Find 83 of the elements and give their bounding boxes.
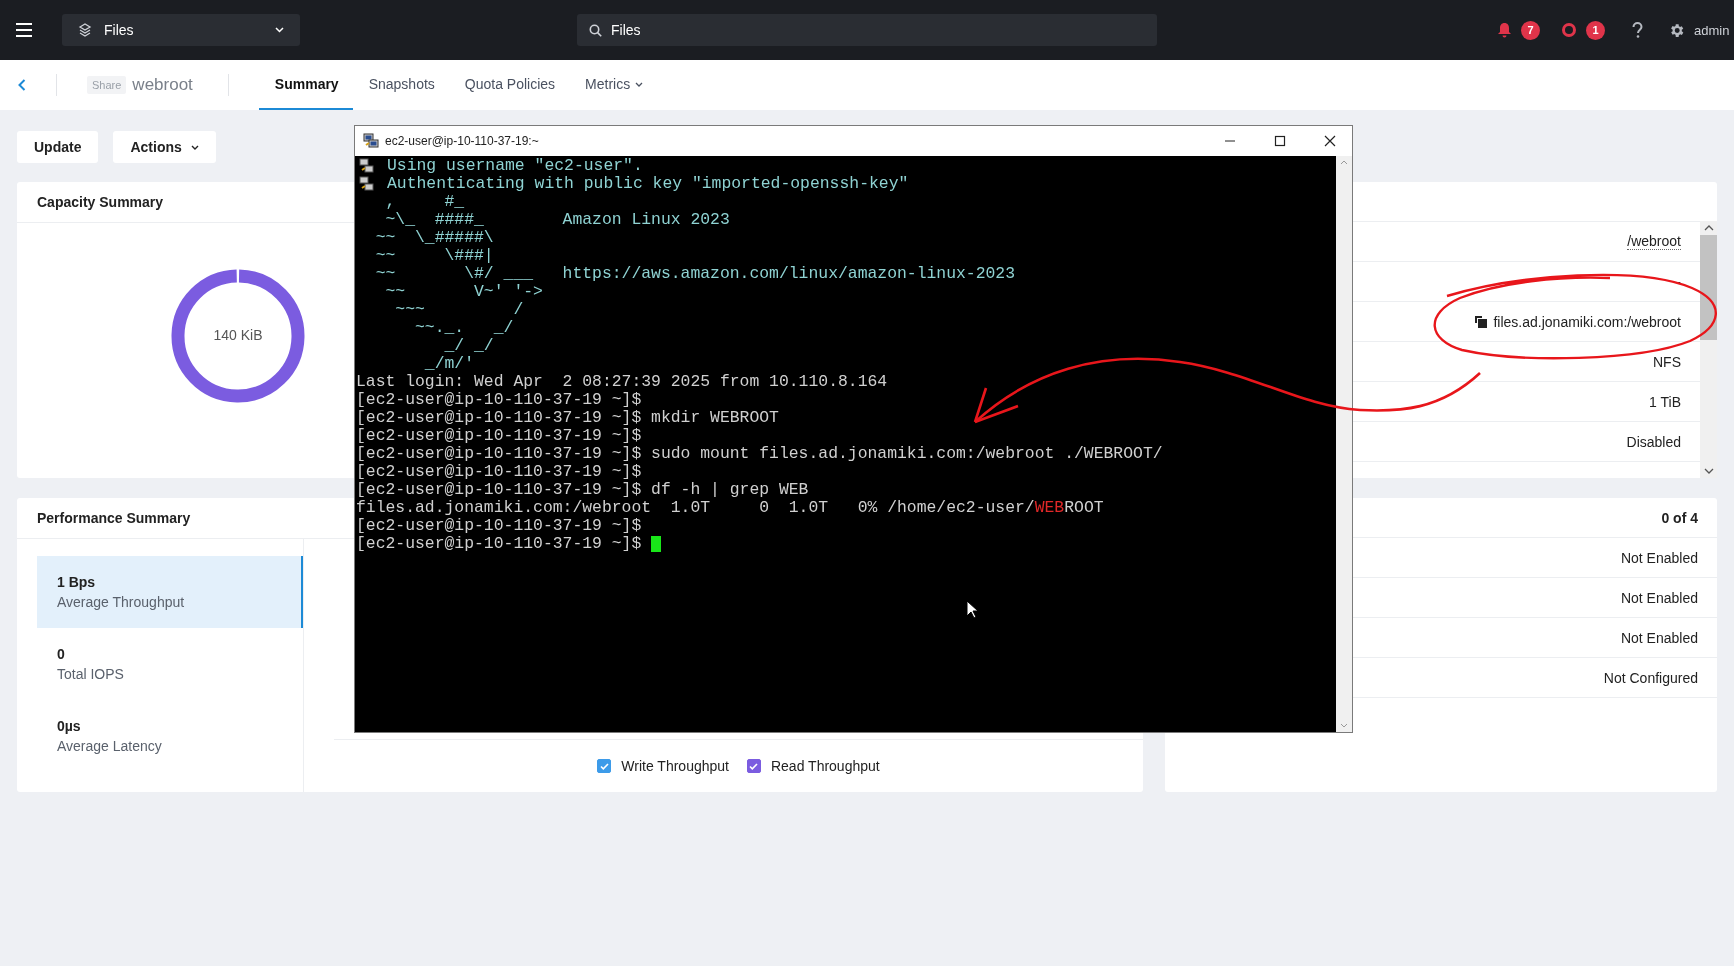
terminal-line: ~~ \###| (374, 247, 494, 265)
entity-type-label: Share (87, 76, 127, 94)
terminal-line: ~\_ ####_ Amazon Linux 2023 (384, 211, 730, 229)
feature-status: Not Enabled (1620, 629, 1698, 646)
export-path-value: files.ad.jonamiki.com:/webroot (1493, 313, 1681, 330)
terminal-line: [ec2-user@ip-10-110-37-19 ~]$ mkdir WEBROOT (356, 409, 779, 427)
legend-checkbox[interactable] (597, 759, 612, 773)
metric-label: Average Throughput (57, 594, 186, 610)
count-badge: 7 (1521, 20, 1540, 40)
search-icon (589, 23, 602, 37)
alert-ring-icon[interactable] (1561, 22, 1577, 38)
metric-item[interactable]: 1 Bps Average Throughput (37, 556, 303, 628)
search-field[interactable]: Files (577, 14, 1157, 46)
back-icon[interactable] (18, 79, 26, 91)
terminal-line: Authenticating with public key "imported-openssh-key" (387, 175, 909, 193)
scroll-up-icon[interactable] (1703, 225, 1714, 231)
detail-value: 1 TiB (1649, 393, 1681, 410)
terminal-line: ~~~ / (394, 301, 524, 319)
detail-value: - (1676, 273, 1681, 290)
files-icon (78, 23, 92, 37)
terminal-icon (359, 158, 375, 174)
update-button[interactable]: Update (17, 131, 99, 163)
settings-icon[interactable] (1668, 21, 1685, 39)
user-menu[interactable]: admin (1694, 22, 1734, 38)
menu-icon[interactable] (16, 23, 32, 37)
tab[interactable]: Summary (258, 60, 353, 110)
metric-label: Average Latency (57, 738, 163, 754)
count-badge: 1 (1586, 20, 1605, 40)
actions-menu-button[interactable]: Actions (113, 131, 216, 163)
close-icon[interactable] (1324, 135, 1336, 147)
detail-value: Disabled (1626, 433, 1681, 450)
share-name: webroot (132, 75, 193, 95)
caret-icon (275, 27, 284, 33)
mouse-pointer-icon (966, 600, 979, 619)
tab[interactable]: Quota Policies (448, 60, 570, 110)
help-icon[interactable] (1632, 22, 1643, 38)
metric-value: 0 (57, 646, 66, 662)
terminal-line: [ec2-user@ip-10-110-37-19 ~]$ df -h | grep WEB (356, 481, 809, 499)
card-title: Capacity Summary (37, 194, 164, 210)
legend-checkbox[interactable] (746, 759, 761, 773)
detail-value: NFS (1653, 353, 1681, 370)
legend-label: Write Throughput (621, 758, 729, 774)
bell-icon[interactable] (1497, 22, 1512, 38)
terminal-line: [ec2-user@ip-10-110-37-19 ~]$ (356, 463, 642, 481)
feature-status: Not Enabled (1620, 549, 1698, 566)
terminal-line: [ec2-user@ip-10-110-37-19 ~]$ sudo mount files.ad.jonamiki.com:/webroot ./WEBROOT/ (356, 445, 1163, 463)
legend-label: Read Throughput (770, 758, 880, 774)
terminal-line: [ec2-user@ip-10-110-37-19 ~]$ (356, 535, 643, 553)
window-title: ec2-user@ip-10-110-37-19:~ (385, 134, 540, 148)
metric-item[interactable]: 0 Total IOPS (37, 628, 303, 700)
tab[interactable]: Metrics (569, 60, 658, 110)
terminal-line: files.ad.jonamiki.com:/webroot 1.0T 0 1.0T 0% /home/ec2-user/WEBROOT (356, 499, 1104, 517)
card-title: Performance Summary (37, 510, 191, 526)
maximize-icon[interactable] (1274, 135, 1286, 147)
terminal-line: Last login: Wed Apr 2 08:27:39 2025 from 10.110.8.164 (356, 373, 888, 391)
capacity-used-value: 140 KiB (212, 327, 264, 343)
terminal-line: ~~ \_#####\ (374, 229, 494, 247)
terminal-line: ~~._. _/ (414, 319, 514, 337)
metric-item[interactable]: 0µs Average Latency (37, 700, 303, 772)
terminal-line: [ec2-user@ip-10-110-37-19 ~]$ (356, 517, 642, 535)
metric-label: Total IOPS (57, 666, 125, 682)
metric-value: 1 Bps (57, 574, 97, 590)
scroll-down-icon[interactable] (1703, 468, 1714, 474)
metric-value: 0µs (57, 718, 82, 734)
terminal-icon (363, 133, 379, 149)
terminal-line: ~~ \#/ ___ https://aws.amazon.com/linux/amazon-linux-2023 (374, 265, 1015, 283)
feature-status: Not Enabled (1620, 589, 1698, 606)
terminal-line: , #_ (384, 193, 465, 211)
copy-icon[interactable] (1475, 315, 1488, 328)
path-link[interactable]: /webroot (1627, 233, 1681, 250)
terminal-line: _/m/' (423, 355, 475, 373)
terminal-line: _/ _/ (443, 337, 494, 355)
feature-status: 0 of 4 (1661, 509, 1698, 526)
tab[interactable]: Snapshots (352, 60, 449, 110)
app-selector[interactable]: Files (62, 14, 300, 46)
terminal-line: Using username "ec2-user". (387, 157, 643, 175)
terminal-line: [ec2-user@ip-10-110-37-19 ~]$ (356, 391, 642, 409)
terminal-line: ~~ V~' '-> (384, 283, 543, 301)
feature-status: Not Configured (1603, 669, 1698, 686)
terminal-cursor (651, 536, 662, 552)
terminal-line: [ec2-user@ip-10-110-37-19 ~]$ (356, 427, 642, 445)
scrollbar[interactable] (1700, 221, 1717, 478)
terminal-icon (359, 176, 375, 192)
